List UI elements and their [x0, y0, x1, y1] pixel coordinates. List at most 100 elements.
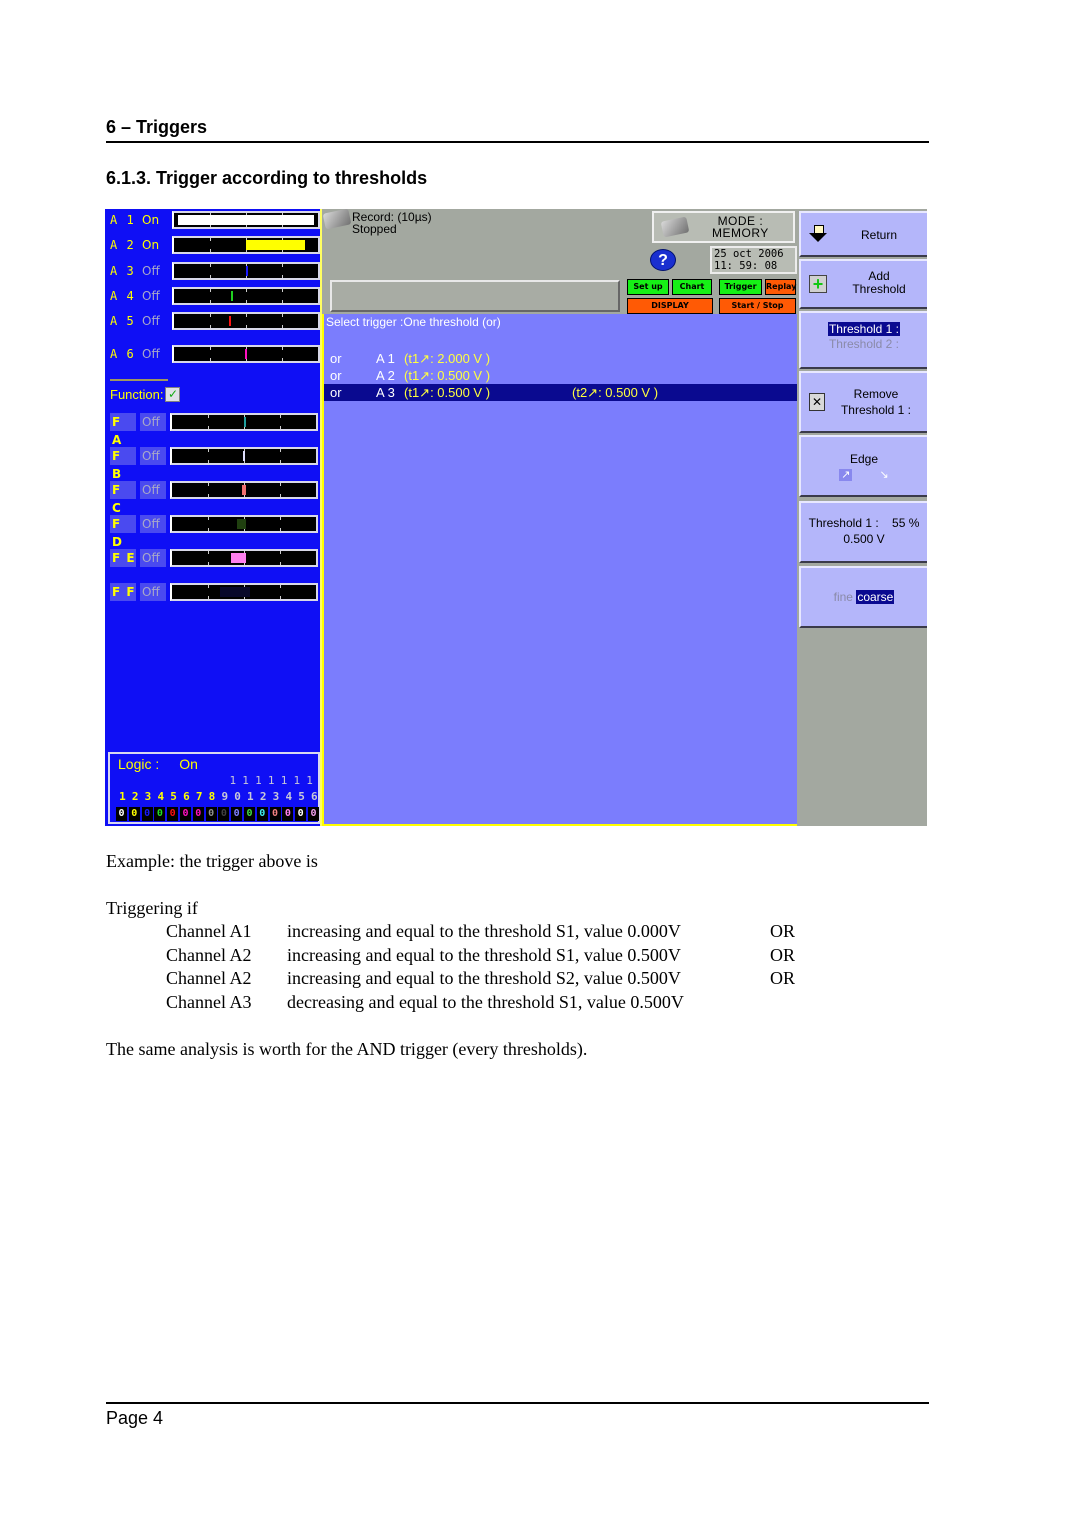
function-checkbox[interactable]: ✓ — [165, 387, 181, 402]
remove-label-2: Threshold 1 : — [840, 403, 912, 417]
channel-name[interactable]: A 6 — [110, 347, 142, 361]
level-marker — [230, 291, 233, 301]
trigger-row[interactable]: or A 1 (t1↗: 2.000 V ) — [324, 350, 797, 367]
channel-state[interactable]: Off — [142, 314, 172, 328]
start-stop-button[interactable]: Start / Stop — [719, 298, 796, 314]
function-name[interactable]: F C — [110, 481, 136, 515]
remove-threshold-softkey[interactable]: ✕ Remove Threshold 1 : — [799, 371, 927, 433]
function-row[interactable]: F C Off — [110, 479, 318, 515]
function-row[interactable]: F D Off — [110, 513, 318, 549]
chart-button[interactable]: Chart — [672, 279, 712, 295]
trigger-button[interactable]: Trigger — [719, 279, 762, 295]
threshold-2-option[interactable]: Threshold 2 : — [801, 337, 927, 352]
channel-row[interactable]: A 2 On — [110, 234, 320, 256]
logic-line-number: 6 — [183, 790, 190, 803]
channel-row[interactable]: A 1 On — [110, 209, 320, 231]
channel-state[interactable]: Off — [142, 289, 172, 303]
logic-bit-value: 0 — [179, 807, 191, 821]
level-marker — [178, 215, 314, 225]
logic-bit-value: 0 — [256, 807, 268, 821]
channel-row[interactable]: A 4 Off — [110, 285, 320, 307]
trigger-row[interactable]: or A 2 (t1↗: 0.500 V ) — [324, 367, 797, 384]
bar-tick — [210, 347, 211, 350]
function-row[interactable]: F B Off — [110, 445, 318, 481]
condition-description: increasing and equal to the threshold S1… — [287, 921, 681, 941]
channel-name[interactable]: A 3 — [110, 264, 142, 278]
channel-row[interactable]: A 6 Off — [110, 343, 320, 365]
logic-bit-value: 0 — [282, 807, 294, 821]
function-state[interactable]: Off — [140, 447, 166, 465]
function-row[interactable]: F A Off — [110, 411, 318, 447]
threshold-1-option[interactable]: Threshold 1 : — [827, 322, 901, 336]
bar-tick — [280, 596, 281, 599]
edge-softkey[interactable]: Edge ↗ ↘ — [799, 435, 927, 497]
replay-button[interactable]: Replay — [765, 279, 796, 295]
record-state: Stopped — [352, 222, 397, 236]
logic-bit-value: 0 — [243, 807, 255, 821]
function-name[interactable]: F B — [110, 447, 136, 481]
add-threshold-softkey[interactable]: + Add Threshold — [799, 259, 927, 309]
channel-name[interactable]: A 4 — [110, 289, 142, 303]
channel-state[interactable]: Off — [142, 347, 172, 361]
message-box — [330, 280, 620, 312]
help-icon[interactable]: ? — [650, 249, 676, 271]
channel-name[interactable]: A 2 — [110, 238, 142, 252]
condition-line: Channel A1 increasing and equal to the th… — [166, 920, 806, 944]
bar-tick — [208, 449, 209, 452]
trigger-operator: or — [330, 385, 342, 400]
example-intro: Example: the trigger above is — [106, 851, 318, 871]
date-text: 25 oct 2006 — [714, 248, 784, 260]
bar-tick — [208, 426, 209, 429]
status-area: Record: (10µs) Stopped MODE : MEMORY ? 2… — [322, 208, 797, 314]
logic-line-number: 4 — [285, 790, 293, 803]
logic-label: Logic : — [118, 756, 160, 772]
bar-tick — [208, 483, 209, 486]
function-row[interactable]: F E Off — [110, 547, 318, 569]
level-marker — [219, 587, 250, 597]
function-state[interactable]: Off — [140, 413, 166, 431]
function-state[interactable]: Off — [140, 549, 166, 567]
function-row[interactable]: F F Off — [110, 581, 318, 603]
falling-edge-icon[interactable]: ↘ — [880, 469, 889, 481]
channel-name[interactable]: A 1 — [110, 213, 142, 227]
fine-option[interactable]: fine — [834, 590, 853, 604]
function-name[interactable]: F E — [110, 549, 136, 567]
logic-tens-digit: 1 — [242, 774, 249, 787]
closing-note: The same analysis is worth for the AND t… — [106, 1039, 588, 1059]
threshold-select-softkey[interactable]: Threshold 1 : Threshold 2 : — [799, 311, 927, 369]
function-level-bar — [170, 447, 318, 465]
level-marker — [229, 316, 232, 326]
function-name[interactable]: F A — [110, 413, 136, 447]
rising-edge-icon[interactable]: ↗ — [839, 469, 853, 481]
channel-name[interactable]: A 5 — [110, 314, 142, 328]
return-softkey[interactable]: Return — [799, 211, 927, 257]
channel-state[interactable]: Off — [142, 264, 172, 278]
logic-state[interactable]: On — [179, 756, 198, 772]
function-toggle[interactable]: Function: ✓ — [110, 387, 181, 402]
channel-state[interactable]: On — [142, 213, 172, 227]
display-button[interactable]: DISPLAY — [627, 298, 713, 314]
setup-button[interactable]: Set up — [627, 279, 669, 295]
fine-coarse-softkey[interactable]: fine coarse — [799, 566, 927, 628]
channel-row[interactable]: A 3 Off — [110, 260, 320, 282]
channel-state[interactable]: On — [142, 238, 172, 252]
threshold-value-softkey[interactable]: Threshold 1 : 55 % 0.500 V — [799, 501, 927, 563]
trigger-channel: A 2 — [376, 368, 395, 383]
bar-tick — [246, 325, 247, 328]
function-state[interactable]: Off — [140, 583, 166, 601]
function-name[interactable]: F D — [110, 515, 136, 549]
bar-tick — [210, 358, 211, 361]
logic-bit-value: 0 — [116, 807, 127, 821]
bar-tick — [280, 494, 281, 497]
function-state[interactable]: Off — [140, 515, 166, 533]
logic-line-number: 1 — [119, 790, 126, 803]
trigger-row[interactable]: or A 3 (t1↗: 0.500 V ) (t2↗: 0.500 V ) — [324, 384, 797, 401]
bar-tick — [208, 494, 209, 497]
function-name[interactable]: F F — [110, 583, 136, 601]
function-state[interactable]: Off — [140, 481, 166, 499]
softkey-panel: Return + Add Threshold Threshold 1 : Thr… — [797, 209, 927, 826]
bar-tick — [208, 517, 209, 520]
add-threshold-label-2: Threshold — [852, 282, 906, 296]
channel-row[interactable]: A 5 Off — [110, 310, 320, 332]
coarse-option[interactable]: coarse — [856, 590, 895, 604]
